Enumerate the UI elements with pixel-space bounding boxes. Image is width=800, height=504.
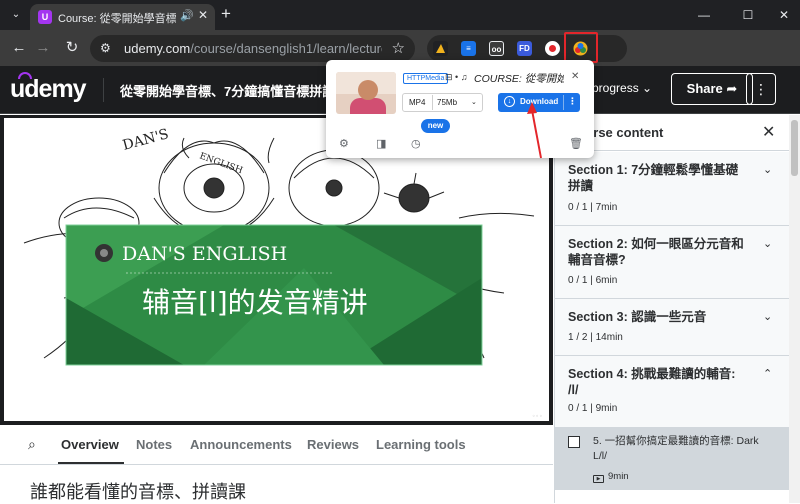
section-3[interactable]: Section 3: 認識一些元音 1 / 2 | 14min ⌄: [555, 299, 790, 356]
chevron-down-icon: ⌄: [763, 311, 773, 323]
tab-overview[interactable]: Overview: [61, 437, 119, 452]
chevron-down-icon: ⌄: [763, 164, 773, 176]
section-4[interactable]: Section 4: 挑戰最難讀的輔音: /l/ 0 / 1 | 9min ⌃: [555, 356, 790, 428]
section-1[interactable]: Section 1: 7分鐘輕鬆學懂基礎拼讀 0 / 1 | 7min ⌄: [555, 152, 790, 226]
download-popup: HTTPMedia ⊟ • ♫ COURSE: 從零開始... ✕ MP4 75…: [326, 60, 594, 158]
url-path: /course/dansenglish1/learn/lecture/...: [190, 41, 382, 56]
more-options-button[interactable]: ⋮: [746, 73, 776, 105]
chevron-up-icon: ⌃: [763, 368, 773, 380]
progress-dropdown[interactable]: progress ⌄: [592, 81, 652, 95]
reload-icon[interactable]: ↻: [61, 38, 83, 58]
header-divider: [103, 78, 104, 102]
video-player[interactable]: DAN'S ENGLISH DAN'S ENGLISH 辅音[l]的发音精讲 ◦…: [0, 115, 553, 425]
new-tab-button[interactable]: +: [221, 5, 231, 23]
section-meta: 0 / 1 | 6min: [568, 275, 618, 286]
ext-record-icon[interactable]: [545, 41, 560, 56]
chevron-down-icon: ⌄: [642, 81, 653, 95]
download-icon: ↓: [504, 96, 515, 107]
trash-icon[interactable]: 🗑: [569, 137, 583, 150]
chevron-down-icon: ⌄: [763, 238, 773, 250]
section-title: Section 3: 認識一些元音: [568, 310, 707, 324]
close-tab-icon[interactable]: ✕: [198, 8, 208, 22]
close-popup-icon[interactable]: ✕: [571, 71, 579, 82]
section-title: Section 2: 如何一眼區分元音和輔音音標?: [568, 237, 744, 267]
lecture-duration-text: 9min: [608, 471, 629, 482]
settings-gear-icon[interactable]: ⚙: [339, 137, 349, 150]
url-text[interactable]: udemy.com/course/dansenglish1/learn/lect…: [124, 41, 382, 56]
red-arrow-annotation: [527, 102, 542, 159]
share-arrow-icon: ➦: [726, 81, 738, 96]
lecture-title: 5. 一招幫你搞定最難讀的音標: Dark L/l/: [593, 435, 759, 462]
course-tabs: ⌕ Overview Notes Announcements Reviews L…: [0, 425, 553, 465]
video-icon: ▶: [593, 475, 604, 483]
course-content-sidebar: Course content ✕ Section 1: 7分鐘輕鬆學懂基礎拼讀 …: [554, 115, 790, 503]
tab-title: Course: 從零開始學音標、: [58, 13, 176, 24]
tab-announcements[interactable]: Announcements: [190, 437, 292, 452]
section-meta: 1 / 2 | 14min: [568, 332, 623, 343]
section-2[interactable]: Section 2: 如何一眼區分元音和輔音音標? 0 / 1 | 6min ⌄: [555, 226, 790, 299]
tab-learning-tools[interactable]: Learning tools: [376, 437, 466, 452]
audio-playing-icon[interactable]: 🔊: [180, 9, 194, 22]
format-value: MP4: [409, 98, 426, 107]
course-title[interactable]: 從零開始學音標、7分鐘搞懂音標拼讀(免費: [120, 81, 330, 100]
bookmark-star-icon[interactable]: ☆: [392, 39, 405, 57]
ext-fd-icon[interactable]: FD: [517, 41, 532, 56]
video-thumbnail: [336, 72, 396, 114]
video-frame: DAN'S ENGLISH DAN'S ENGLISH 辅音[l]的发音精讲 ◦…: [23, 126, 543, 420]
size-value: 75Mb: [432, 95, 461, 110]
site-info-icon[interactable]: ⚙: [100, 41, 111, 55]
section-title: Section 1: 7分鐘輕鬆學懂基礎拼讀: [568, 163, 739, 193]
lecture-duration: ▶ 9min: [593, 471, 629, 483]
sketch-brand-text: DAN'S: [121, 126, 171, 154]
active-tab-indicator: [58, 462, 124, 464]
tab-reviews[interactable]: Reviews: [307, 437, 359, 452]
sketch-brand-text-2: ENGLISH: [198, 151, 244, 176]
new-badge: new: [421, 119, 450, 133]
banner-heading: 辅音[l]的发音精讲: [142, 286, 368, 319]
forward-icon[interactable]: →: [32, 38, 54, 58]
browser-tab-active[interactable]: U Course: 從零開始學音標、 🔊 ✕: [30, 4, 215, 30]
media-icons: ⊟ • ♫: [445, 72, 468, 82]
media-type-badge: HTTPMedia: [403, 73, 449, 84]
lecture-item[interactable]: 5. 一招幫你搞定最難讀的音標: Dark L/l/ ▶ 9min: [555, 428, 790, 490]
banner-brand: DAN'S ENGLISH: [122, 243, 287, 265]
minimize-icon[interactable]: —: [690, 5, 718, 25]
history-clock-icon[interactable]: ◷: [411, 137, 421, 150]
video-watermark: ◦◦◦: [532, 413, 543, 420]
back-icon[interactable]: ←: [8, 38, 30, 58]
url-host: udemy.com: [124, 41, 191, 56]
udemy-favicon-icon: U: [38, 10, 52, 24]
media-name: COURSE: 從零開始...: [474, 73, 564, 85]
share-button[interactable]: Share ➦: [671, 73, 753, 105]
overview-heading: 誰都能看懂的音標、拼讀課: [30, 482, 246, 502]
tab-search-chevron-icon[interactable]: ⌄: [6, 6, 26, 24]
close-sidebar-icon[interactable]: ✕: [762, 122, 775, 142]
sidebar-panel-icon[interactable]: ◨: [376, 137, 386, 150]
maximize-icon[interactable]: ☐: [734, 5, 762, 25]
tab-strip: ⌄ U Course: 從零開始學音標、 🔊 ✕ + — ☐ ✕: [0, 0, 800, 30]
section-meta: 0 / 1 | 7min: [568, 202, 618, 213]
download-options-icon[interactable]: ⋮: [568, 96, 577, 107]
sidebar-scrollbar-thumb[interactable]: [791, 120, 798, 176]
progress-label: progress: [592, 81, 639, 95]
format-select[interactable]: MP4 75Mb ⌄: [402, 93, 483, 112]
ext-glasses-icon[interactable]: oo: [489, 41, 504, 56]
tab-notes[interactable]: Notes: [136, 437, 172, 452]
chevron-down-icon: ⌄: [471, 99, 477, 106]
section-meta: 0 / 1 | 9min: [568, 403, 618, 414]
extension-highlight-box: [564, 32, 598, 63]
ext-blue-icon[interactable]: ≡: [461, 41, 476, 56]
share-label: Share: [686, 81, 723, 96]
udemy-logo[interactable]: udemy: [10, 75, 87, 104]
search-icon[interactable]: ⌕: [28, 436, 36, 453]
address-bar[interactable]: ⚙ udemy.com/course/dansenglish1/learn/le…: [90, 35, 415, 62]
ext-dark-icon[interactable]: [433, 41, 448, 56]
section-title: Section 4: 挑戰最難讀的輔音: /l/: [568, 367, 736, 397]
close-window-icon[interactable]: ✕: [770, 5, 798, 25]
lecture-checkbox[interactable]: [568, 436, 580, 448]
